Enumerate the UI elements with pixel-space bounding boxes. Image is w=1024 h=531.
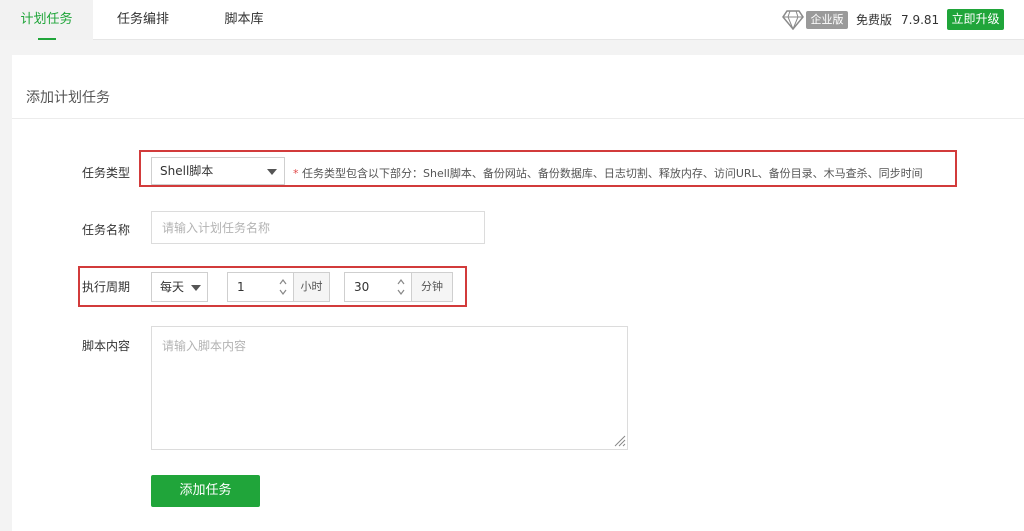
version-label: 7.9.81	[901, 13, 940, 27]
hour-value: 1	[237, 280, 245, 294]
page-title: 添加计划任务	[26, 90, 110, 106]
top-nav: 计划任务 任务编排 脚本库 企业版 免费版 7.9.81 立即升级	[0, 0, 1024, 40]
diamond-icon	[782, 10, 804, 30]
minute-value: 30	[354, 280, 370, 294]
task-type-label: 任务类型	[82, 166, 131, 180]
resize-grip-icon[interactable]	[612, 433, 626, 447]
task-type-select[interactable]: Shell脚本	[151, 157, 285, 185]
spinner-icon[interactable]	[396, 276, 406, 298]
period-cycle-value: 每天	[160, 280, 185, 294]
chevron-down-icon	[267, 169, 277, 175]
hour-input[interactable]: 1	[227, 272, 294, 302]
divider	[12, 118, 1024, 119]
add-task-panel: 添加计划任务 任务类型 Shell脚本 * 任务类型包含以下部分：Shell脚本…	[12, 55, 1024, 531]
enterprise-badge[interactable]: 企业版	[806, 11, 848, 29]
hour-unit: 小时	[293, 272, 330, 302]
script-textarea[interactable]	[151, 326, 628, 450]
chevron-down-icon	[191, 285, 201, 291]
tab-script-library[interactable]: 脚本库	[213, 0, 275, 40]
period-cycle-select[interactable]: 每天	[151, 272, 208, 302]
task-type-hint: * 任务类型包含以下部分：Shell脚本、备份网站、备份数据库、日志切割、释放内…	[293, 165, 923, 181]
tab-task-orchestration[interactable]: 任务编排	[103, 0, 183, 40]
minute-input[interactable]: 30	[344, 272, 412, 302]
task-type-hint-text: 任务类型包含以下部分：Shell脚本、备份网站、备份数据库、日志切割、释放内存、…	[302, 167, 923, 180]
script-label: 脚本内容	[82, 339, 131, 353]
task-name-label: 任务名称	[82, 223, 131, 237]
add-task-button[interactable]: 添加任务	[151, 475, 260, 507]
task-type-value: Shell脚本	[160, 164, 214, 178]
period-label: 执行周期	[82, 280, 131, 294]
required-star: *	[293, 167, 299, 180]
spinner-icon[interactable]	[278, 276, 288, 298]
tab-scheduled-tasks[interactable]: 计划任务	[0, 0, 93, 40]
upgrade-button[interactable]: 立即升级	[947, 9, 1004, 30]
task-name-input[interactable]	[151, 211, 485, 244]
minute-unit: 分钟	[411, 272, 453, 302]
free-edition-label: 免费版	[856, 13, 893, 27]
